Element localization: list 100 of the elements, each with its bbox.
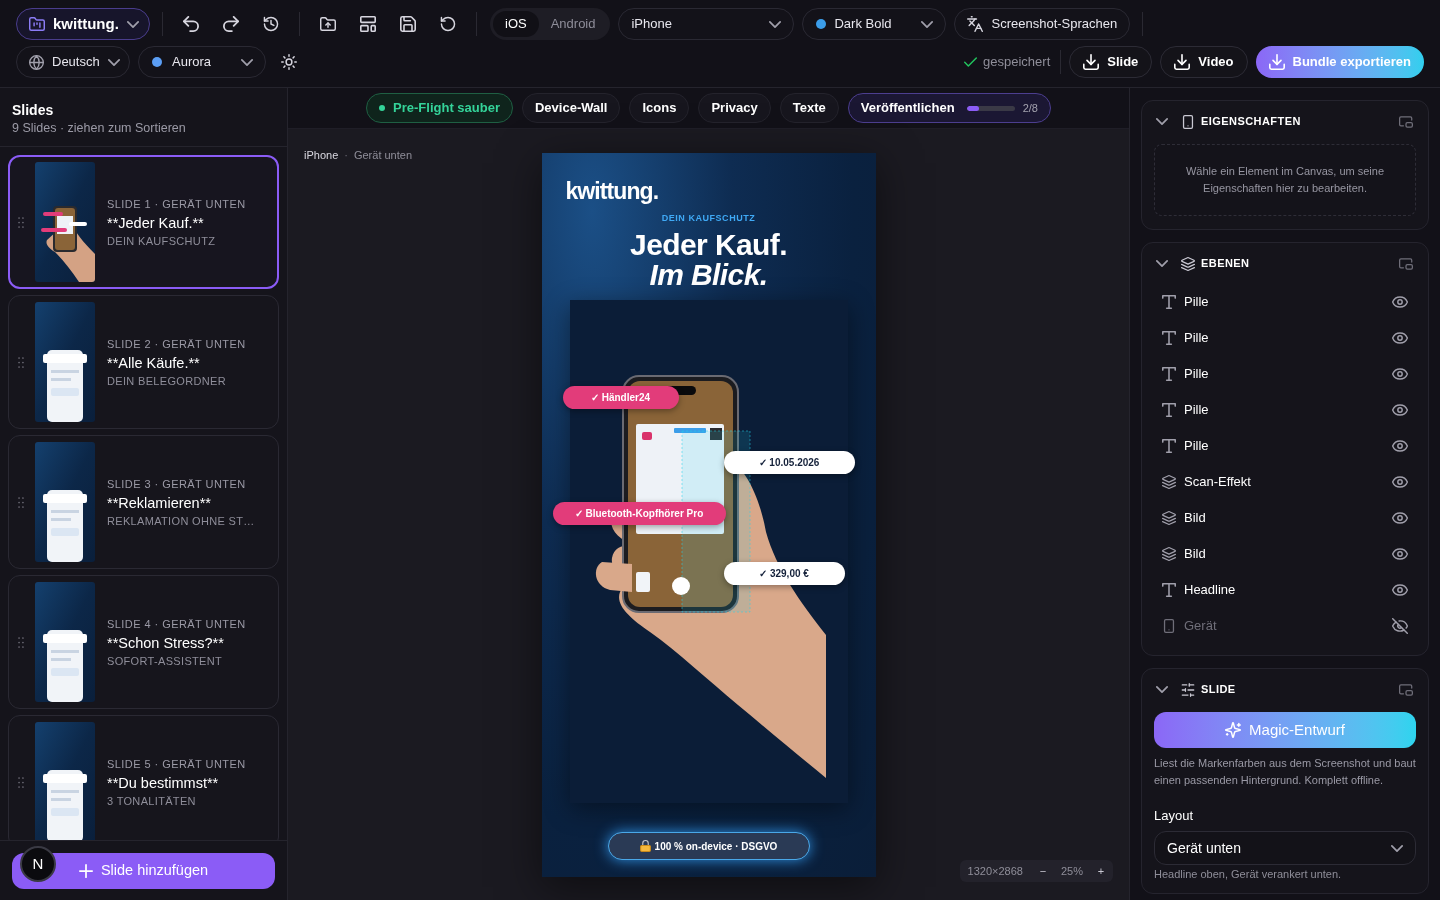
languages-button[interactable]: Screenshot-Sprachen — [954, 8, 1131, 40]
drag-handle-icon[interactable] — [18, 216, 24, 228]
zoom-level: 25% — [1059, 863, 1084, 879]
platform-tab[interactable]: Android — [538, 11, 608, 37]
slide-title: **Jeder Kauf.** — [107, 213, 205, 233]
magic-hint: Liest die Markenfarben aus dem Screenshot und baut einen passenden Hintergrund. Komplett offline. — [1154, 756, 1416, 788]
layer-row[interactable]: Bild — [1154, 536, 1416, 572]
drag-handle-icon[interactable] — [18, 636, 24, 648]
layout-hint: Headline oben, Gerät verankert unten. — [1154, 868, 1343, 881]
preflight-status-button[interactable]: Pre-Flight sauber — [366, 93, 513, 123]
layer-row[interactable]: Pille — [1154, 284, 1416, 320]
sparkle-icon — [1225, 722, 1242, 738]
layer-row[interactable]: Pille — [1154, 428, 1416, 464]
slide-meta: SLIDE 3 · GERÄT UNTEN — [107, 476, 247, 491]
phone-icon — [1162, 619, 1176, 633]
folder-upload-icon[interactable] — [320, 16, 336, 32]
breadcrumb-separator: · — [344, 148, 348, 163]
breadcrumb-device[interactable]: iPhone — [304, 147, 339, 164]
text-icon — [1162, 367, 1176, 381]
layer-row[interactable]: Pille — [1154, 392, 1416, 428]
theme-dropdown[interactable]: Dark Bold — [802, 8, 947, 40]
layout-label: Layout — [1154, 808, 1195, 824]
drag-handle-icon[interactable] — [18, 776, 24, 788]
export-button[interactable]: Video — [1160, 46, 1248, 78]
layer-row[interactable]: Bild — [1154, 500, 1416, 536]
layer-row[interactable]: Headline — [1154, 572, 1416, 608]
sun-icon[interactable] — [281, 54, 297, 70]
slide-meta: SLIDE 4 · GERÄT UNTEN — [107, 616, 246, 631]
section-button[interactable]: Icons — [629, 93, 690, 123]
picture-in-picture-icon[interactable] — [1399, 115, 1413, 128]
chevron-down-icon[interactable] — [1156, 260, 1168, 267]
text-icon — [1162, 295, 1176, 309]
eye-icon[interactable] — [1392, 440, 1408, 452]
layer-row[interactable]: Scan-Effekt — [1154, 464, 1416, 500]
device-dropdown[interactable]: iPhone — [618, 8, 795, 40]
text-icon — [1162, 439, 1176, 453]
layer-row[interactable]: Pille — [1154, 356, 1416, 392]
chevron-down-icon — [107, 58, 120, 66]
slide-title: **Du bestimmst** — [107, 773, 220, 793]
export-button[interactable]: Slide — [1069, 46, 1153, 78]
eye-icon[interactable] — [1392, 512, 1408, 524]
zoom-out-button[interactable]: − — [1030, 860, 1055, 882]
download-icon — [1083, 54, 1100, 70]
slide-canvas[interactable]: kwittung. DEIN KAUFSCHUTZ Jeder Kauf. Im Blick. 100 % on-device · DSGVO ✓ Händler24 ✓ 10.05.2026 ✓ Bluetooth-Kopfhörer Pro ✓ 329,00 € — [541, 153, 876, 877]
sliders-icon — [1181, 682, 1195, 697]
slide-caption: REKLAMATION OHNE ST… — [107, 513, 255, 528]
sidebar-title: Slides — [12, 101, 55, 120]
redo-icon[interactable] — [223, 16, 239, 32]
save-icon[interactable] — [400, 16, 416, 32]
layout-dropdown[interactable]: Gerät unten — [1154, 831, 1416, 865]
eye-icon[interactable] — [1392, 548, 1408, 560]
eye-off-icon[interactable] — [1392, 618, 1408, 634]
section-title: EIGENSCHAFTEN — [1201, 114, 1301, 130]
picture-in-picture-icon[interactable] — [1399, 257, 1413, 270]
breadcrumb-layout: Gerät unten — [353, 148, 413, 163]
slide-card[interactable]: SLIDE 1 · GERÄT UNTEN **Jeder Kauf.** DEIN KAUFSCHUTZ — [8, 155, 279, 289]
slide-card[interactable]: SLIDE 3 · GERÄT UNTEN **Reklamieren** REKLAMATION OHNE ST… — [8, 435, 279, 569]
layer-row[interactable]: Pille — [1154, 320, 1416, 356]
text-icon — [1162, 583, 1176, 597]
layers-icon — [1162, 511, 1176, 525]
eye-icon[interactable] — [1392, 332, 1408, 344]
publish-button[interactable]: Veröffentlichen 2/8 — [847, 93, 1051, 123]
chevron-down-icon — [1391, 844, 1403, 852]
drag-handle-icon[interactable] — [18, 356, 24, 368]
project-dropdown[interactable]: kwittung. — [16, 8, 150, 40]
slide-title: **Alle Käufe.** — [107, 353, 201, 373]
zoom-in-button[interactable]: + — [1089, 860, 1113, 882]
empty-state-hint: Wähle ein Element im Canvas, um seine Eigenschaften hier zu bearbeiten. — [1154, 144, 1416, 216]
eye-icon[interactable] — [1392, 368, 1408, 380]
layer-row[interactable]: Gerät — [1154, 608, 1416, 644]
picture-in-picture-icon[interactable] — [1399, 683, 1413, 696]
drag-handle-icon[interactable] — [18, 496, 24, 508]
chevron-down-icon — [241, 58, 253, 66]
section-title: EBENEN — [1201, 256, 1250, 272]
text-icon — [1162, 331, 1176, 345]
slide-eyebrow: DEIN KAUFSCHUTZ — [661, 212, 756, 224]
palette-dropdown[interactable]: Aurora — [138, 46, 266, 78]
translate-icon — [967, 16, 984, 32]
slide-title: **Schon Stress?** — [107, 633, 225, 653]
eye-icon[interactable] — [1392, 476, 1408, 488]
platform-tab[interactable]: iOS — [493, 11, 539, 37]
eye-icon[interactable] — [1392, 296, 1408, 308]
section-button[interactable]: Privacy — [698, 93, 771, 123]
layout-grid-icon[interactable] — [360, 16, 376, 32]
language-dropdown[interactable]: Deutsch — [16, 46, 130, 78]
history-icon[interactable] — [263, 16, 279, 32]
layers-icon — [1181, 256, 1195, 271]
slide-card[interactable]: SLIDE 2 · GERÄT UNTEN **Alle Käufe.** DEIN BELEGORDNER — [8, 295, 279, 429]
undo-icon[interactable] — [183, 16, 199, 32]
eye-icon[interactable] — [1392, 404, 1408, 416]
chevron-down-icon[interactable] — [1156, 118, 1168, 125]
slide-card[interactable]: SLIDE 5 · GERÄT UNTEN **Du bestimmst** 3 TONALITÄTEN — [8, 715, 279, 840]
rotate-left-icon[interactable] — [440, 16, 456, 32]
dev-badge[interactable]: N — [20, 846, 56, 882]
section-button[interactable]: Device-Wall — [522, 93, 621, 123]
section-button[interactable]: Texte — [779, 93, 839, 123]
slide-card[interactable]: SLIDE 4 · GERÄT UNTEN **Schon Stress?** SOFORT-ASSISTENT — [8, 575, 279, 709]
eye-icon[interactable] — [1392, 584, 1408, 596]
info-pill: ✓ 10.05.2026 — [723, 451, 855, 474]
chevron-down-icon[interactable] — [1156, 686, 1168, 693]
